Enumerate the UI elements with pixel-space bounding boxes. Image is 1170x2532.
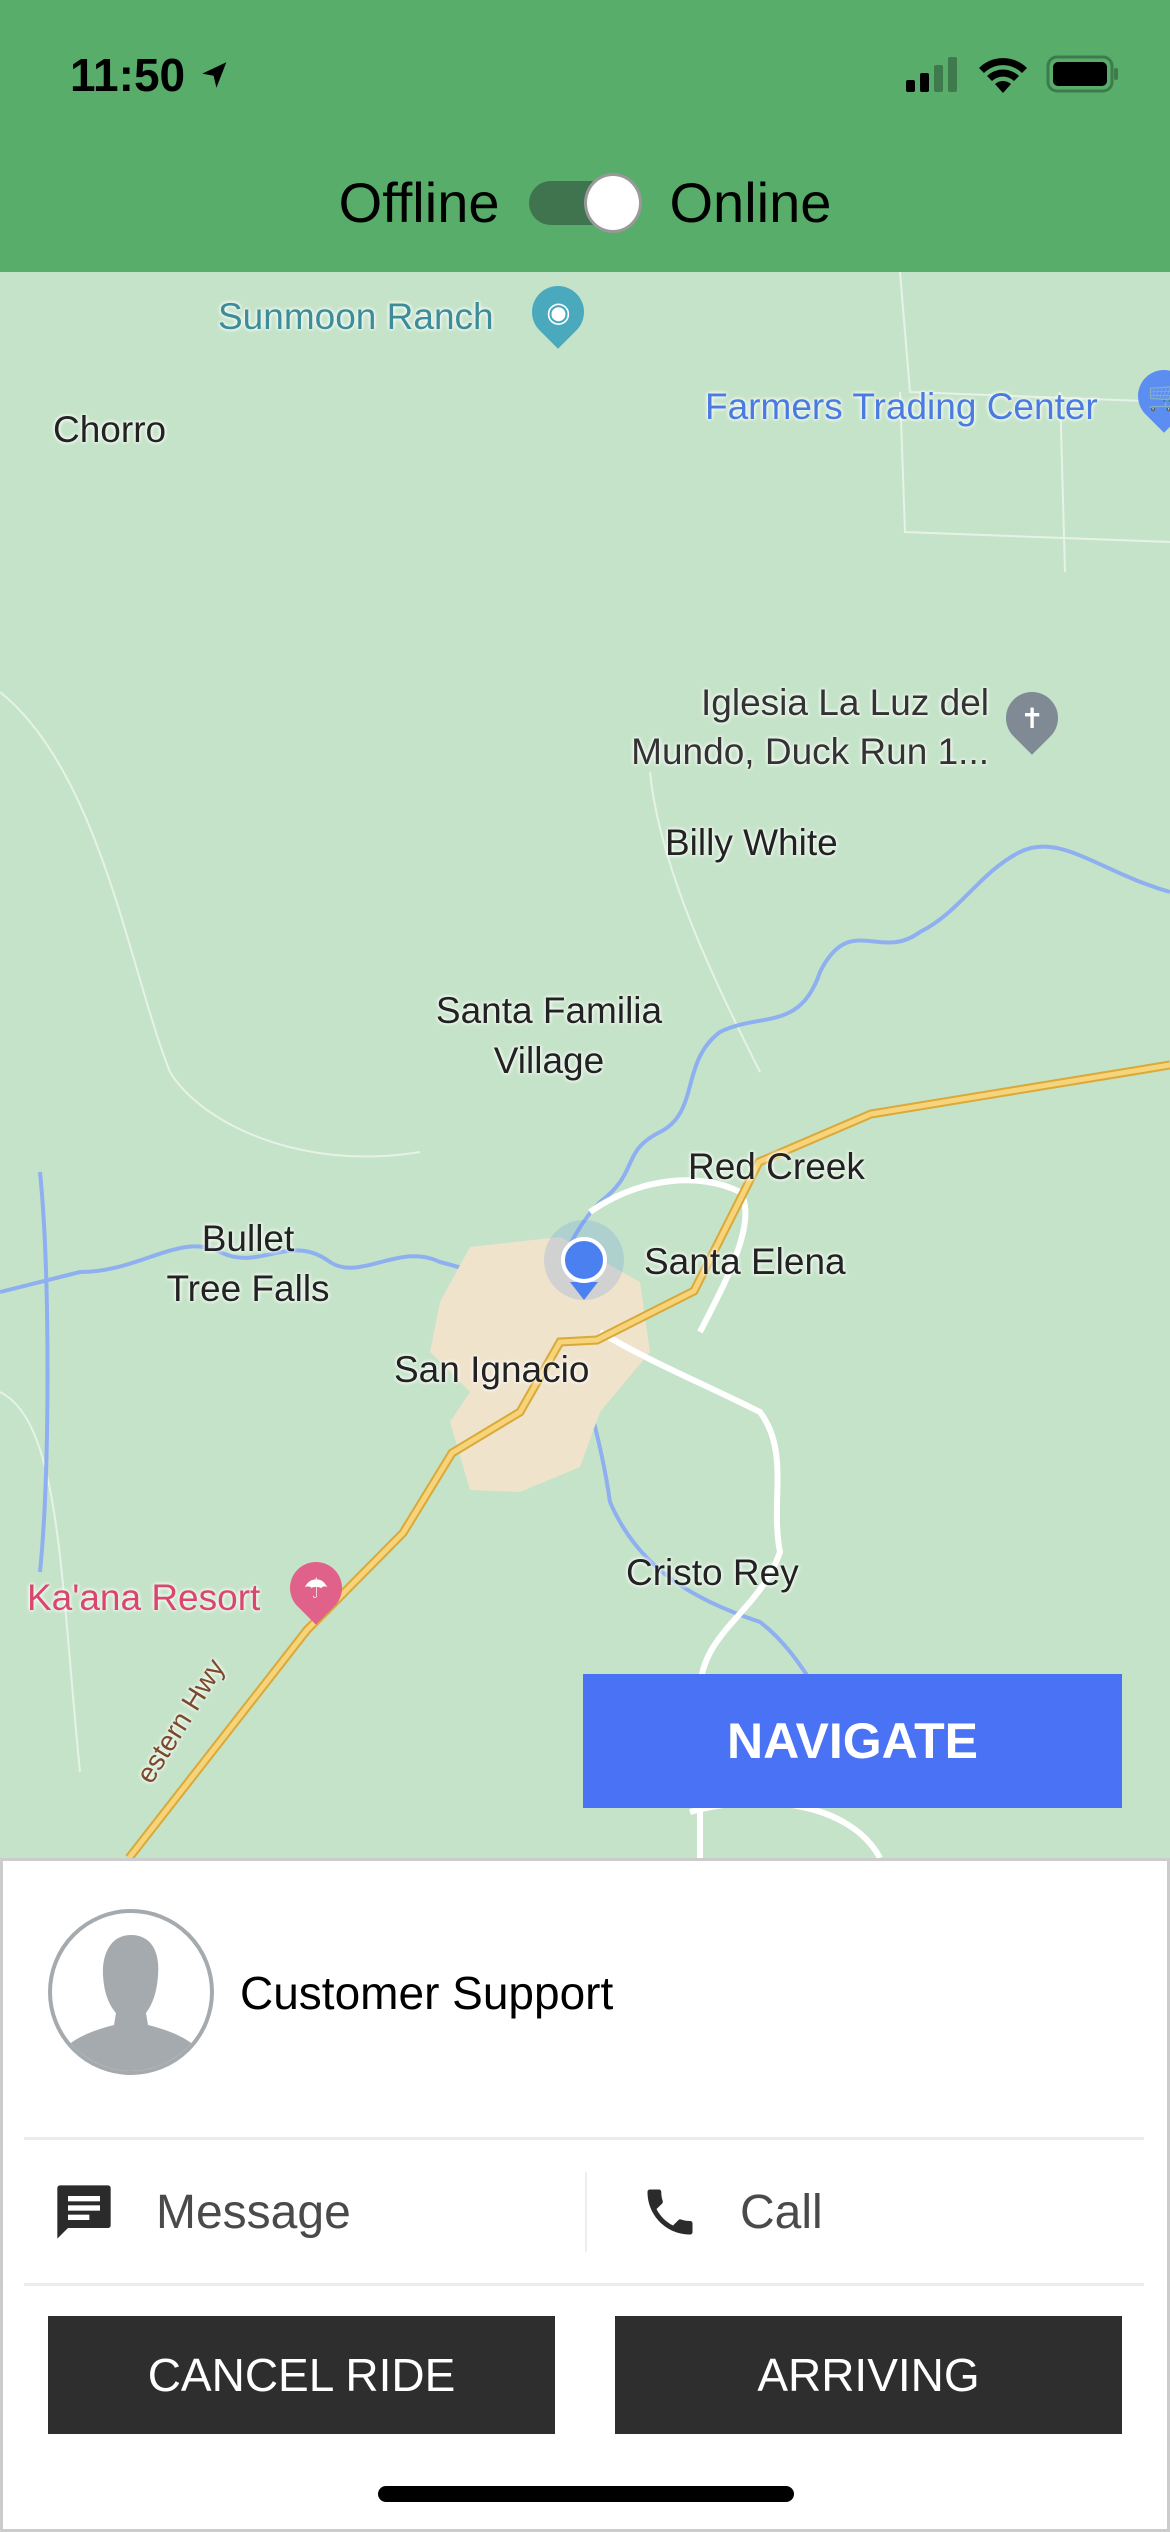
action-divider [585,2172,587,2252]
map-label-sunmoon-ranch[interactable]: Sunmoon Ranch [218,296,494,338]
message-button[interactable]: Message [52,2150,351,2274]
signal-icon [906,57,957,92]
map-label-billy-white: Billy White [665,822,838,863]
navigate-button[interactable]: NAVIGATE [583,1674,1122,1808]
online-toggle-row: Offline Online [0,170,1170,235]
map-label-cristo-rey: Cristo Rey [626,1552,799,1593]
battery-icon [1046,55,1118,93]
message-icon [57,2185,111,2239]
map-label-san-ignacio: San Ignacio [394,1349,590,1390]
header: 11:50 Offline Online [0,0,1170,272]
contact-name: Customer Support [240,1967,614,2019]
home-indicator[interactable] [378,2486,794,2502]
map-label-santa-familia: Santa Familia Village [435,990,663,1081]
avatar [48,1909,214,2075]
map-label-santa-elena: Santa Elena [644,1241,846,1282]
map-label-farmers-trading-center[interactable]: Farmers Trading Center [705,386,1098,428]
call-button[interactable]: Call [640,2150,823,2274]
cancel-ride-button[interactable]: CANCEL RIDE [48,2316,555,2434]
online-label: Online [669,171,832,234]
current-location-dot [561,1237,607,1283]
map-label-bullet-tree-falls: Bullet Tree Falls [166,1218,330,1309]
person-silhouette-icon [60,1935,202,2071]
divider [24,2283,1144,2286]
status-time: 11:50 [70,48,232,102]
status-icons [906,55,1120,93]
map-label-iglesia[interactable]: Iglesia La Luz del Mundo, Duck Run 1... [631,678,989,776]
map-label-red-creek: Red Creek [688,1146,865,1187]
map-label-kaana-resort[interactable]: Ka'ana Resort [27,1577,260,1619]
wifi-icon [979,58,1027,93]
map-view[interactable]: Sunmoon Ranch ◉ Chorro Farmers Trading C… [0,272,1170,1858]
offline-label: Offline [338,171,500,234]
phone-icon [647,2189,693,2235]
location-arrow-icon [202,62,227,88]
online-toggle[interactable] [529,172,643,233]
map-label-chorro: Chorro [53,409,167,450]
arriving-button[interactable]: ARRIVING [615,2316,1122,2434]
divider [24,2137,1144,2140]
